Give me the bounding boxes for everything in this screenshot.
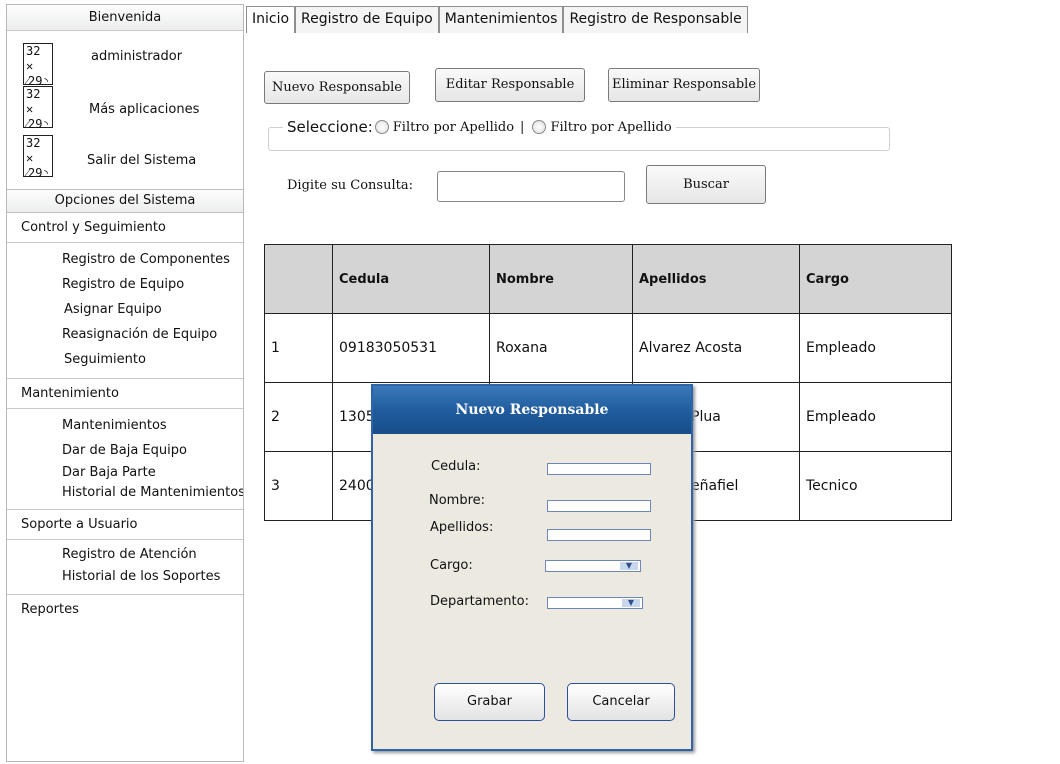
- table-header: [264, 244, 333, 314]
- table-header: Nombre: [489, 244, 633, 314]
- broken-image-icon: 32 ✕ ⁄29◝: [23, 43, 53, 88]
- filter-option-2-label: Filtro por Apellido: [550, 119, 672, 135]
- new-responsable-dialog: Nuevo Responsable Cedula: Nombre: Apelli…: [371, 384, 693, 751]
- menu-item-dar-baja-parte[interactable]: Dar Baja Parte: [7, 463, 243, 483]
- delete-responsable-button[interactable]: Eliminar Responsable: [608, 68, 760, 102]
- departamento-select[interactable]: ▼: [547, 597, 643, 609]
- apellidos-label: Apellidos:: [430, 520, 494, 535]
- search-button[interactable]: Buscar: [646, 165, 766, 204]
- cargo-select[interactable]: ▼: [545, 560, 641, 572]
- menu-item-registro-equipo[interactable]: Registro de Equipo: [7, 272, 243, 297]
- departamento-label: Departamento:: [430, 594, 529, 609]
- cargo-label: Cargo:: [430, 558, 473, 573]
- tab-registro-responsable[interactable]: Registro de Responsable: [563, 6, 748, 33]
- tab-mantenimientos[interactable]: Mantenimientos: [438, 6, 564, 33]
- table-row[interactable]: 1 09183050531 Roxana Alvarez Acosta Empl…: [264, 313, 952, 383]
- filter-separator: |: [520, 119, 525, 135]
- filter-radio-1[interactable]: [374, 120, 389, 134]
- edit-responsable-button[interactable]: Editar Responsable: [435, 68, 585, 102]
- menu-group-control[interactable]: Control y Seguimiento: [7, 213, 243, 243]
- table-header-row: Cedula Nombre Apellidos Cargo: [264, 244, 952, 314]
- save-button[interactable]: Grabar: [434, 683, 545, 721]
- table-cell: 1: [264, 313, 333, 383]
- submenu-control: Registro de Componentes Registro de Equi…: [7, 243, 243, 379]
- broken-image-icon: 32 ✕ ⁄29◝: [23, 135, 53, 180]
- filter-legend: Seleccione: Filtro por Apellido | Filtro…: [283, 118, 676, 136]
- menu-item-seguimiento[interactable]: Seguimiento: [7, 347, 243, 372]
- sidebar-link-label: Más aplicaciones: [89, 102, 200, 117]
- table-cell: 2: [264, 382, 333, 452]
- chevron-down-icon: ▼: [622, 599, 640, 607]
- menu-item-asignar-equipo[interactable]: Asignar Equipo: [7, 297, 243, 322]
- menu-item-registro-atencion[interactable]: Registro de Atención: [7, 544, 243, 566]
- table-header: Apellidos: [632, 244, 800, 314]
- query-label: Digite su Consulta:: [287, 178, 413, 193]
- broken-image-icon: 32 ✕ ⁄29◝: [23, 86, 53, 131]
- nombre-label: Nombre:: [429, 493, 486, 508]
- menu-item-historial-soportes[interactable]: Historial de los Soportes: [7, 566, 243, 588]
- sidebar-link-label: Salir del Sistema: [87, 153, 197, 168]
- tab-inicio[interactable]: Inicio: [246, 6, 296, 33]
- menu-group-mantenimiento[interactable]: Mantenimiento: [7, 379, 243, 409]
- table-cell: 3: [264, 451, 333, 521]
- menu-group-soporte[interactable]: Soporte a Usuario: [7, 510, 243, 540]
- system-options-header: Opciones del Sistema: [7, 189, 243, 213]
- table-cell: 09183050531: [332, 313, 490, 383]
- apellidos-field[interactable]: [547, 529, 651, 541]
- tab-registro-equipo[interactable]: Registro de Equipo: [295, 6, 439, 33]
- nombre-field[interactable]: [547, 500, 651, 512]
- sidebar: Bienvenida 32 ✕ ⁄29◝ administrador 32 ✕ …: [6, 4, 244, 762]
- sidebar-link-salir[interactable]: 32 ✕ ⁄29◝ Salir del Sistema: [7, 129, 243, 181]
- table-cell: Empleado: [799, 382, 952, 452]
- menu-item-historial-mantenimientos[interactable]: Historial de Mantenimientos: [7, 483, 243, 503]
- menu-item-dar-baja-equipo[interactable]: Dar de Baja Equipo: [7, 438, 243, 463]
- sidebar-link-mas-aplicaciones[interactable]: 32 ✕ ⁄29◝ Más aplicaciones: [7, 83, 243, 135]
- filter-radio-2[interactable]: [532, 120, 547, 134]
- menu-group-reportes[interactable]: Reportes: [7, 595, 243, 625]
- filter-label: Seleccione:: [287, 118, 373, 136]
- menu-item-mantenimientos[interactable]: Mantenimientos: [7, 413, 243, 438]
- welcome-header: Bienvenida: [7, 5, 243, 31]
- filter-option-1-label: Filtro por Apellido: [392, 119, 515, 135]
- chevron-down-icon: ▼: [620, 562, 638, 570]
- table-cell: Alvarez Acosta: [632, 313, 800, 383]
- sidebar-link-label: administrador: [91, 49, 183, 64]
- submenu-mantenimiento: Mantenimientos Dar de Baja Equipo Dar Ba…: [7, 409, 243, 510]
- dialog-title: Nuevo Responsable: [373, 386, 691, 434]
- submenu-soporte: Registro de Atención Historial de los So…: [7, 540, 243, 595]
- cedula-label: Cedula:: [431, 459, 481, 474]
- table-header: Cedula: [332, 244, 490, 314]
- table-header: Cargo: [799, 244, 952, 314]
- query-input[interactable]: [437, 171, 625, 202]
- table-cell: Tecnico: [799, 451, 952, 521]
- cedula-field[interactable]: [547, 463, 651, 475]
- new-responsable-button[interactable]: Nuevo Responsable: [264, 71, 410, 104]
- menu-item-registro-componentes[interactable]: Registro de Componentes: [7, 247, 243, 272]
- table-cell: Empleado: [799, 313, 952, 383]
- table-cell: Roxana: [489, 313, 633, 383]
- tab-bar: Inicio Registro de Equipo Mantenimientos…: [246, 6, 748, 33]
- cancel-button[interactable]: Cancelar: [567, 683, 675, 721]
- menu-item-reasignacion-equipo[interactable]: Reasignación de Equipo: [7, 322, 243, 347]
